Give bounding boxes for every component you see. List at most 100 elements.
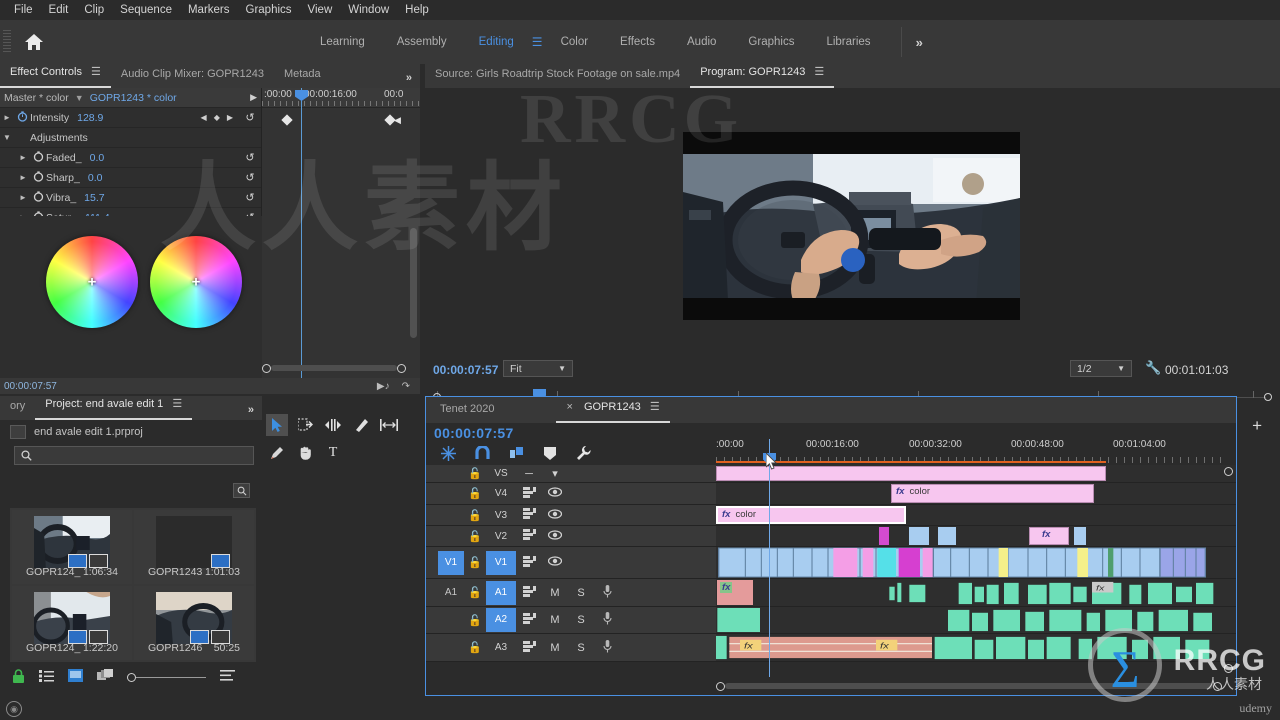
reset-faded-icon[interactable]: ↺: [239, 151, 261, 164]
tab-history[interactable]: ory: [0, 397, 35, 420]
reset-intensity-icon[interactable]: ↺: [239, 111, 261, 124]
workspace-overflow-button[interactable]: »: [902, 35, 937, 50]
shadows-color-wheel[interactable]: +: [46, 236, 138, 328]
panel-menu-icon[interactable]: ☰: [814, 66, 824, 78]
lock-icon[interactable]: 🔓: [464, 487, 486, 500]
track-name-v3[interactable]: V3: [486, 510, 516, 521]
close-icon[interactable]: ×: [566, 401, 572, 413]
param-row-intensity[interactable]: ► Intensity 128.9 ◀ ◆ ▶ ↺: [0, 108, 261, 128]
timeline-vertical-scrollbar[interactable]: [1223, 467, 1233, 673]
menu-item-graphics[interactable]: Graphics: [238, 0, 300, 20]
tab-project[interactable]: Project: end avale edit 1 ☰: [35, 395, 193, 420]
track-content-a2[interactable]: [716, 607, 1236, 633]
track-name-a1[interactable]: A1: [486, 580, 516, 605]
creative-cloud-icon[interactable]: ◉: [6, 701, 22, 717]
voice-record-icon[interactable]: [594, 612, 620, 628]
v1-clip-strip[interactable]: [716, 547, 1236, 578]
mute-track-button[interactable]: M: [542, 614, 568, 626]
list-view-icon[interactable]: [39, 669, 54, 685]
lock-icon[interactable]: 🔓: [464, 586, 486, 599]
settings-wrench-icon[interactable]: 🔧: [1145, 360, 1161, 376]
track-name-v4[interactable]: V4: [486, 488, 516, 499]
lock-icon[interactable]: 🔓: [464, 614, 486, 627]
scroll-handle-left[interactable]: [716, 681, 725, 691]
lock-icon[interactable]: 🔓: [464, 530, 486, 543]
panel-menu-icon[interactable]: ☰: [650, 401, 660, 413]
track-target-v2[interactable]: [438, 524, 464, 548]
panel-menu-icon[interactable]: ☰: [172, 398, 182, 410]
project-overflow-button[interactable]: »: [240, 404, 262, 420]
menu-item-markers[interactable]: Markers: [180, 0, 238, 20]
param-row-faded[interactable]: ► Faded_ 0.0 ↺: [0, 148, 261, 168]
audio-preview-icon[interactable]: ▶♪: [377, 381, 390, 392]
track-name-v2[interactable]: V2: [486, 531, 516, 542]
track-content-v5[interactable]: [716, 465, 1236, 482]
a2-waveform[interactable]: [716, 607, 1236, 633]
tab-program-monitor[interactable]: Program: GOPR1243 ☰: [690, 63, 835, 88]
scroll-knob-right[interactable]: [397, 363, 406, 373]
tab-effect-controls[interactable]: Effect Controls ☰: [0, 63, 111, 88]
track-v2[interactable]: 🔓 V2 fx: [426, 526, 1236, 547]
solo-track-button[interactable]: S: [568, 587, 594, 599]
workspace-tab-audio[interactable]: Audio: [671, 20, 732, 64]
chevron-right-icon[interactable]: ►: [16, 193, 30, 202]
next-keyframe-icon[interactable]: ◀: [394, 115, 401, 126]
track-v4[interactable]: 🔓 V4 fx color: [426, 483, 1236, 505]
track-select-forward-tool[interactable]: [294, 414, 316, 436]
track-header-a2[interactable]: 🔓 A2 M S: [426, 607, 716, 633]
wheel-center-handle[interactable]: +: [88, 274, 97, 291]
keyframe-marker[interactable]: [281, 114, 293, 126]
menu-item-help[interactable]: Help: [397, 0, 437, 20]
toggle-track-output-icon[interactable]: [542, 508, 568, 522]
search-input[interactable]: [14, 446, 254, 465]
menu-item-file[interactable]: File: [6, 0, 41, 20]
timeline-clip-selected[interactable]: fx color: [716, 506, 906, 524]
timeline-current-timecode[interactable]: 00:00:07:57: [434, 425, 514, 441]
track-v5[interactable]: 🔓 VS ─ ▾: [426, 465, 1236, 483]
home-button[interactable]: [14, 20, 54, 64]
program-current-timecode[interactable]: 00:00:07:57: [433, 363, 498, 377]
stopwatch-icon[interactable]: [30, 170, 46, 185]
prev-keyframe-icon[interactable]: ◀: [201, 113, 207, 122]
toggle-track-output-icon[interactable]: [542, 529, 568, 543]
ripple-edit-tool[interactable]: [322, 414, 344, 436]
tab-audio-clip-mixer[interactable]: Audio Clip Mixer: GOPR1243: [111, 65, 274, 88]
solo-track-button[interactable]: S: [568, 642, 594, 654]
search-filter-button[interactable]: [233, 483, 250, 498]
hand-tool[interactable]: [294, 442, 316, 464]
track-header-a3[interactable]: 🔓 A3 M S: [426, 634, 716, 661]
scroll-track[interactable]: [271, 365, 397, 371]
track-v3[interactable]: 🔓 V3 fx color: [426, 505, 1236, 526]
track-header-a1[interactable]: A1 🔓 A1 M S: [426, 579, 716, 606]
track-content-a1[interactable]: fx fx: [716, 579, 1236, 606]
menu-item-window[interactable]: Window: [340, 0, 397, 20]
zoom-level-dropdown[interactable]: Fit ▼: [503, 360, 573, 377]
menu-item-view[interactable]: View: [300, 0, 341, 20]
param-value-faded[interactable]: 0.0: [90, 152, 105, 164]
playback-resolution-dropdown[interactable]: 1/2 ▼: [1070, 360, 1132, 377]
sync-lock-icon[interactable]: [516, 613, 542, 627]
chevron-right-icon[interactable]: ►: [16, 173, 30, 182]
timeline-clip[interactable]: fx: [1029, 527, 1069, 545]
sync-lock-icon[interactable]: [516, 486, 542, 501]
razor-tool[interactable]: [350, 414, 372, 436]
menu-item-clip[interactable]: Clip: [76, 0, 112, 20]
track-content-v4[interactable]: fx color: [716, 483, 1236, 504]
menu-item-sequence[interactable]: Sequence: [112, 0, 180, 20]
chevron-right-icon[interactable]: ►: [0, 113, 14, 122]
work-area-bar[interactable]: [716, 461, 1106, 463]
sync-lock-icon[interactable]: [516, 585, 542, 600]
workspace-tab-color[interactable]: Color: [545, 20, 604, 64]
reset-vibrance-icon[interactable]: ↺: [239, 191, 261, 204]
toggle-track-output-icon[interactable]: ▾: [542, 467, 568, 480]
toggle-track-output-icon[interactable]: [542, 556, 568, 569]
track-header-v5[interactable]: 🔓 VS ─ ▾: [426, 465, 716, 482]
timeline-clip[interactable]: [716, 466, 1106, 481]
project-item-grid[interactable]: GOPR124_ 1:06:34 GOPR1243 1:01:03 GOPR12…: [10, 508, 256, 662]
track-a1[interactable]: A1 🔓 A1 M S fx fx: [426, 579, 1236, 607]
workspace-tab-graphics[interactable]: Graphics: [732, 20, 810, 64]
menu-item-edit[interactable]: Edit: [41, 0, 77, 20]
track-header-v3[interactable]: 🔓 V3: [426, 505, 716, 525]
ec-vertical-scrollbar[interactable]: [410, 228, 417, 338]
program-video-frame[interactable]: [683, 132, 1020, 320]
